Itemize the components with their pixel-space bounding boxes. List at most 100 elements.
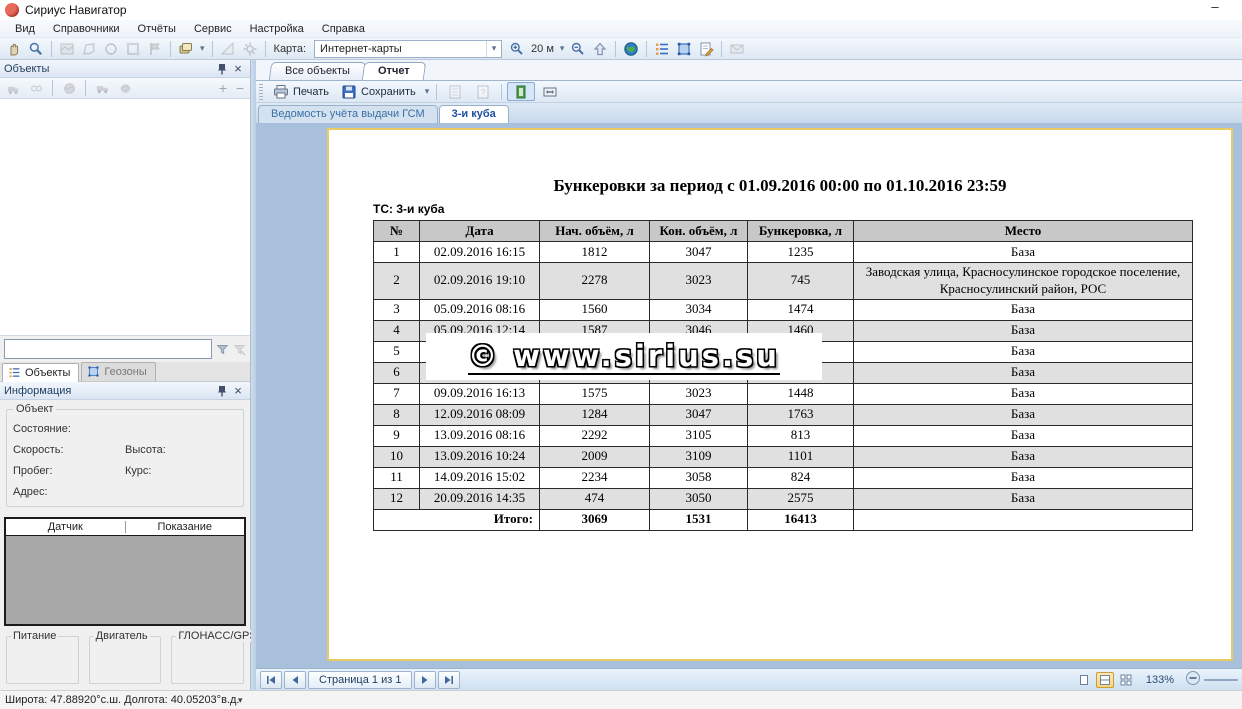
edit-notes-icon[interactable]: [696, 40, 716, 58]
power-label: Питание: [11, 630, 58, 642]
object-tree[interactable]: [0, 99, 250, 336]
pan-hand-icon[interactable]: [4, 40, 24, 58]
geozone-icon[interactable]: [674, 40, 694, 58]
scale-caret-icon[interactable]: ▾: [558, 43, 567, 54]
fit-width-view-button[interactable]: [537, 82, 563, 101]
show-on-map-icon: [59, 79, 79, 97]
table-cell: База: [854, 320, 1193, 341]
save-floppy-icon: [341, 84, 357, 100]
table-cell: 13.09.2016 10:24: [420, 446, 540, 467]
print-label: Печать: [293, 86, 329, 98]
close-panel-icon[interactable]: ×: [230, 384, 246, 398]
info-panel-title: Информация: [4, 385, 214, 397]
table-row: 913.09.2016 08:1622923105813База: [374, 425, 1193, 446]
table-row: 1220.09.2016 14:3547430502575База: [374, 488, 1193, 509]
table-cell: 3: [374, 299, 420, 320]
prev-page-button[interactable]: [284, 671, 306, 689]
toolbar-separator: [85, 80, 86, 96]
svg-text:?: ?: [481, 88, 486, 97]
layers-caret-icon[interactable]: ▾: [198, 43, 207, 54]
sidebar-tabs: Объекты Геозоны: [0, 362, 250, 382]
zoom-tool-icon[interactable]: [26, 40, 46, 58]
ruler-icon: [218, 40, 238, 58]
layers-icon[interactable]: [176, 40, 196, 58]
menu-directories[interactable]: Справочники: [44, 21, 129, 37]
speed-label: Скорость:: [13, 444, 125, 456]
engine-label: Двигатель: [94, 630, 150, 642]
view-multi-page-button[interactable]: [1117, 672, 1135, 688]
table-cell: База: [854, 446, 1193, 467]
map-scale-value[interactable]: 20 м: [529, 43, 556, 55]
view-single-page-button[interactable]: [1075, 672, 1093, 688]
save-options-caret-icon[interactable]: ▾: [423, 86, 432, 97]
help-button: ?: [470, 82, 496, 101]
tab-all-objects[interactable]: Все объекты: [269, 62, 366, 80]
zoom-in-icon[interactable]: [507, 40, 527, 58]
objects-tab-icon: [8, 366, 21, 379]
save-button[interactable]: Сохранить: [336, 82, 421, 101]
table-cell: 12.09.2016 08:09: [420, 404, 540, 425]
table-cell: 4: [374, 320, 420, 341]
globe-icon[interactable]: [621, 40, 641, 58]
object-search-input[interactable]: [4, 339, 212, 359]
zoom-out-icon[interactable]: [568, 40, 588, 58]
table-cell: 7: [374, 383, 420, 404]
object-list-icon[interactable]: [652, 40, 672, 58]
print-button[interactable]: Печать: [268, 82, 334, 101]
map-source-value: Интернет-карты: [315, 43, 486, 55]
page-indicator: Страница 1 из 1: [308, 671, 412, 689]
map-source-combobox[interactable]: Интернет-карты ▾: [314, 40, 502, 58]
table-cell: 3023: [650, 383, 748, 404]
table-cell: База: [854, 341, 1193, 362]
object-groupbox-title: Объект: [13, 403, 56, 415]
table-cell: 02.09.2016 16:15: [420, 242, 540, 263]
link-objects-icon: [26, 79, 46, 97]
table-cell: 13.09.2016 08:16: [420, 425, 540, 446]
statusbar-caret-icon[interactable]: ▾: [238, 695, 243, 706]
report-subtitle: ТС: 3-и куба: [373, 202, 444, 216]
table-cell: 1: [374, 242, 420, 263]
last-page-button[interactable]: [438, 671, 460, 689]
table-row: 202.09.2016 19:1022783023745Заводская ул…: [374, 263, 1193, 300]
gnss-label: ГЛОНАСС/GPS: [176, 630, 258, 642]
total-label: Итого:: [374, 509, 540, 530]
menu-settings[interactable]: Настройка: [241, 21, 313, 37]
home-view-icon[interactable]: [590, 40, 610, 58]
tab-3i-kuba[interactable]: 3-и куба: [439, 105, 509, 123]
tab-objects[interactable]: Объекты: [2, 363, 79, 382]
table-cell: 2575: [748, 488, 854, 509]
zoom-slider[interactable]: [1204, 679, 1238, 681]
table-cell: 10: [374, 446, 420, 467]
first-page-button[interactable]: [260, 671, 282, 689]
state-label: Состояние:: [13, 423, 131, 435]
objects-sidebar: Объекты × + − Объекты: [0, 60, 251, 690]
menu-reports[interactable]: Отчёты: [129, 21, 185, 37]
zoom-out-slider-button[interactable]: [1185, 670, 1201, 689]
filter-icon[interactable]: [216, 343, 229, 356]
next-page-button[interactable]: [414, 671, 436, 689]
menu-help[interactable]: Справка: [313, 21, 374, 37]
toolbar-separator: [436, 84, 437, 100]
tab-fuel-ledger[interactable]: Ведомость учёта выдачи ГСМ: [258, 105, 438, 123]
pagination-bar: Страница 1 из 1 133%: [256, 668, 1242, 690]
table-cell: 3047: [650, 404, 748, 425]
table-cell: 1101: [748, 446, 854, 467]
pin-icon[interactable]: [214, 384, 230, 398]
minimize-button[interactable]: –: [1206, 2, 1224, 16]
toolbar-grip: [259, 84, 263, 100]
report-page: Бункеровки за период с 01.09.2016 00:00 …: [327, 128, 1233, 661]
sensor-table: Датчик Показание: [4, 517, 246, 626]
view-fit-width-button[interactable]: [1096, 672, 1114, 688]
single-page-view-button[interactable]: [507, 82, 535, 101]
objects-panel-title: Объекты: [4, 63, 214, 75]
report-viewer[interactable]: Бункеровки за период с 01.09.2016 00:00 …: [256, 123, 1242, 668]
tab-geozones[interactable]: Геозоны: [81, 362, 155, 381]
tab-report[interactable]: Отчет: [362, 62, 426, 80]
table-cell: 12: [374, 488, 420, 509]
combo-dropdown-icon[interactable]: ▾: [486, 41, 501, 57]
app-logo-icon: [5, 3, 19, 17]
menu-service[interactable]: Сервис: [185, 21, 241, 37]
pin-icon[interactable]: [214, 62, 230, 76]
close-panel-icon[interactable]: ×: [230, 62, 246, 76]
menu-view[interactable]: Вид: [6, 21, 44, 37]
